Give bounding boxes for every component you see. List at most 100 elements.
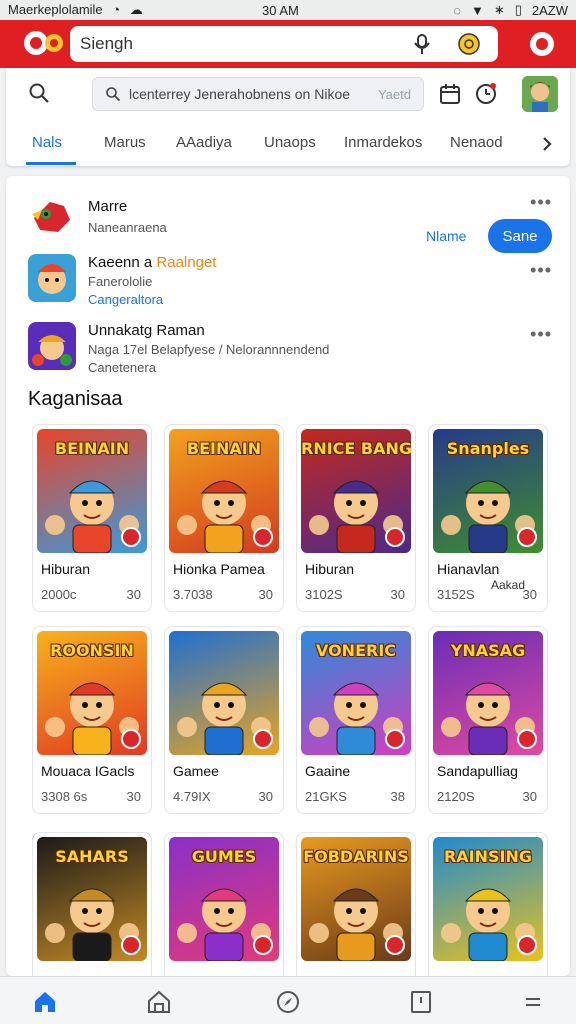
game-rating: 38 (390, 789, 405, 804)
search-input-text: lcenterrey Jenerahobnens on Nikoe (129, 86, 351, 102)
play-badge-icon[interactable] (253, 935, 273, 955)
game-card[interactable]: GUMES (164, 832, 284, 976)
search-hint: Yaetd (377, 86, 411, 102)
play-badge-icon[interactable] (253, 729, 273, 749)
list-item-subtitle: Fanerololie (88, 274, 153, 289)
play-badge-icon[interactable] (385, 729, 405, 749)
game-art-title: ROONSIN (50, 641, 134, 660)
main-content: Marre Naneanraena ••• Nlame Sane Kaeenn … (6, 176, 570, 976)
coin-icon[interactable] (458, 33, 480, 55)
primary-action-button[interactable]: Sane (488, 219, 552, 253)
clock-icon[interactable] (474, 81, 498, 105)
bluetooth-icon: ∗ (493, 2, 505, 17)
game-size: 3308 6s (41, 789, 88, 804)
compass-icon[interactable] (275, 989, 301, 1015)
game-art-title: RNICE BANGLS (301, 439, 411, 458)
list-item-subtitle-2: Canetenera (88, 360, 156, 375)
game-card[interactable]: YNASAG Sandapulliag 2120S 30 (428, 626, 548, 814)
game-art-title: GUMES (191, 847, 257, 866)
signal-icon: ▼ (470, 2, 484, 18)
list-item[interactable]: Unnakatg Raman Naga 17el Belapfyese / Ne… (6, 320, 570, 380)
game-name: Mouaca IGacls (41, 763, 135, 779)
bottom-nav (0, 976, 576, 1024)
game-extra-label: Aakad (491, 578, 526, 592)
tab-2[interactable]: AAadiya (176, 134, 232, 151)
home-icon[interactable] (32, 989, 58, 1015)
secondary-action-button[interactable]: Nlame (426, 228, 466, 244)
app-icon (28, 322, 76, 370)
game-name: Gamee (173, 763, 219, 779)
microphone-icon[interactable] (412, 33, 432, 55)
game-card[interactable]: FOBDARINS (296, 832, 416, 976)
game-rating: 30 (258, 789, 273, 804)
game-card[interactable]: RAINSING (428, 832, 548, 976)
header-search-placeholder: Siengh (80, 34, 133, 53)
carrier-label: Maerkeplolamile (8, 2, 103, 17)
game-card[interactable]: RNICE BANGLS Hiburan 3102S 30 (296, 424, 416, 612)
game-name: Hiburan (305, 561, 355, 577)
calendar-icon[interactable] (438, 82, 462, 106)
play-badge-icon[interactable] (385, 527, 405, 547)
search-input[interactable]: lcenterrey Jenerahobnens on Nikoe Yaetd (92, 77, 424, 111)
book-icon[interactable] (408, 989, 434, 1015)
play-badge-icon[interactable] (121, 935, 141, 955)
list-item-title: Marre (88, 198, 128, 215)
play-badge-icon[interactable] (121, 527, 141, 547)
store-icon[interactable] (146, 989, 172, 1015)
play-badge-icon[interactable] (253, 527, 273, 547)
more-options-icon[interactable]: ••• (530, 324, 552, 345)
list-item-title-highlight: Raalnget (156, 254, 217, 271)
game-size: 2120S (437, 789, 475, 804)
tab-4[interactable]: Inmardekos (344, 134, 422, 151)
cloud-icon: ☁ (129, 2, 143, 17)
game-card[interactable]: Gamee 4.79IX 30 (164, 626, 284, 814)
tab-0[interactable]: Nals (32, 134, 62, 151)
game-art-title: YNASAG (450, 641, 526, 660)
game-card[interactable]: BEINAIN Hiburan 2000c 30 (32, 424, 152, 612)
header-search-input[interactable]: Siengh (70, 26, 498, 62)
app-icon (28, 192, 76, 240)
chevron-right-icon[interactable] (538, 134, 556, 154)
game-card[interactable]: ROONSIN Mouaca IGacls 3308 6s 30 (32, 626, 152, 814)
more-options-icon[interactable]: ••• (530, 260, 552, 281)
game-artwork: ROONSIN (37, 631, 147, 755)
search-icon[interactable] (28, 82, 50, 104)
battery-label: 2AZW (531, 2, 568, 18)
tab-3[interactable]: Unaops (264, 134, 316, 151)
list-item[interactable]: Marre Naneanraena ••• (6, 188, 570, 248)
game-name: Sandapulliag (437, 763, 518, 779)
menu-icon[interactable] (520, 989, 546, 1015)
avatar[interactable] (522, 76, 558, 112)
game-card[interactable]: VONERIC Gaaine 21GKS 38 (296, 626, 416, 814)
play-badge-icon[interactable] (517, 527, 537, 547)
list-item-title: Unnakatg Raman (88, 322, 205, 339)
more-options-icon[interactable]: ••• (530, 192, 552, 213)
status-time: 30 AM (262, 3, 299, 18)
game-rating: 30 (126, 587, 141, 602)
game-card[interactable]: BEINAIN Hionka Pamea 3.7038 30 (164, 424, 284, 612)
category-tabs: Nals Marus AAadiya Unaops Inmardekos Nen… (6, 122, 570, 166)
list-item[interactable]: Kaeenn a Raalnget Fanerololie Cangeralto… (6, 252, 570, 312)
game-card[interactable]: SAHARS (32, 832, 152, 976)
tab-5[interactable]: Nenaod (450, 134, 503, 151)
section-title: Kaganisaa (28, 388, 123, 410)
game-rating: 30 (390, 587, 405, 602)
play-badge-icon[interactable] (517, 729, 537, 749)
app-header: Siengh (0, 20, 576, 68)
game-artwork: RAINSING (433, 837, 543, 961)
play-badge-icon[interactable] (385, 935, 405, 955)
game-artwork: YNASAG (433, 631, 543, 755)
game-artwork (169, 631, 279, 755)
app-logo-icon[interactable] (22, 28, 66, 58)
search-glass-icon (106, 87, 121, 102)
game-artwork: FOBDARINS (301, 837, 411, 961)
battery-icon: ▯ (514, 2, 522, 17)
game-name: Hionka Pamea (173, 561, 265, 577)
gift-icon[interactable] (528, 30, 556, 58)
alarm-icon: ◌ (453, 2, 461, 18)
play-badge-icon[interactable] (121, 729, 141, 749)
tab-1[interactable]: Marus (104, 134, 146, 151)
play-badge-icon[interactable] (517, 935, 537, 955)
list-item-link[interactable]: Cangeraltora (88, 292, 163, 307)
game-card[interactable]: Snanples Hianavlan 3152S 30 Aakad (428, 424, 548, 612)
